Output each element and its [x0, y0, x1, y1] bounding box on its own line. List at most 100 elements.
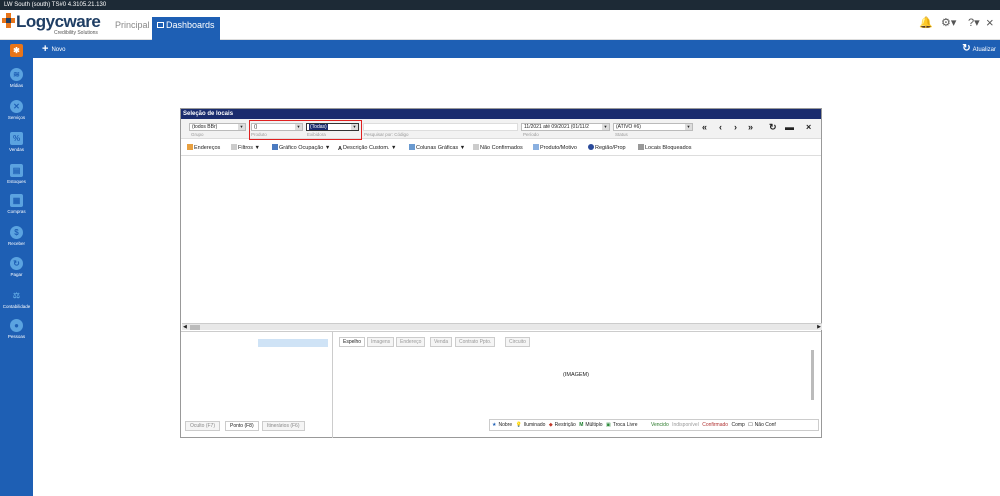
vertical-scrollbar[interactable] — [811, 350, 814, 400]
search-label: Pesquisar por: Código — [364, 132, 409, 137]
chevron-down-icon: ▼ — [685, 124, 692, 130]
product-icon — [533, 144, 539, 150]
regiao-prop-label: Região/Prop — [595, 145, 626, 151]
colunas-graficas-label: Colunas Gráficas — [416, 145, 459, 151]
sidebar-item-servicos[interactable]: ✕ Serviços — [0, 100, 33, 120]
sidebar-item-label: Contabilidade — [2, 304, 31, 309]
scroll-left-icon[interactable]: ◀ — [183, 324, 187, 330]
status-value: (ATIVO #6) — [616, 124, 641, 130]
columns-icon — [409, 144, 415, 150]
selected-field[interactable] — [258, 339, 328, 347]
region-icon — [588, 144, 594, 150]
sidebar-item-estoques[interactable]: ▤ Estoques — [0, 164, 33, 184]
m-icon: M — [579, 422, 584, 428]
last-page-icon[interactable]: » — [748, 122, 753, 133]
status-label: Status — [615, 132, 628, 137]
sidebar-item-label: Compras — [7, 209, 26, 214]
descricao-custom-button[interactable]: ADescrição Custom. ▼ — [338, 144, 396, 152]
sidebar-item-pagar[interactable]: ↻ Pagar — [0, 257, 33, 277]
sidebar-item-contabilidade[interactable]: ⚖ Contabilidade — [0, 289, 33, 309]
highlight-box — [249, 120, 362, 140]
filter-bar: (todos BBr) ▼ Grupo () ▼ Produto (Todas) ▼ … — [181, 119, 821, 140]
detail-panel: Oculto (F7) Ponto (F8) Itinerários (F6) … — [181, 331, 821, 438]
locais-bloqueados-button[interactable]: Locais Bloqueados — [638, 144, 691, 152]
legend-troca-livre: Troca Livre — [612, 422, 638, 428]
bell-icon[interactable]: 🔔 — [919, 16, 933, 30]
produto-motivo-button[interactable]: Produto/Motivo — [533, 144, 577, 152]
tab-circuito[interactable]: Circuito — [505, 337, 530, 347]
new-button[interactable]: + Novo — [42, 43, 65, 56]
sidebar-item-receber[interactable]: $ Receber — [0, 226, 33, 246]
grafico-ocupacao-button[interactable]: Gráfico Ocupação ▼ — [272, 144, 330, 152]
tab-dashboards-label: Dashboards — [166, 20, 215, 30]
horizontal-scrollbar[interactable]: ◀ ▶ — [182, 323, 822, 330]
coin-icon: $ — [10, 226, 23, 239]
sidebar-item-compras[interactable]: ▦ Compras — [0, 194, 33, 214]
bulb-icon: 💡 — [515, 422, 522, 428]
sidebar-item-pessoas[interactable]: ● Pessoas — [0, 319, 33, 339]
sidebar-item-label: Mídias — [9, 83, 24, 88]
help-label: ? — [968, 17, 975, 29]
tab-principal[interactable]: Principal — [110, 18, 155, 40]
checkbox-icon[interactable]: ☐ — [748, 422, 752, 428]
tab-endereco[interactable]: Endereço — [396, 337, 426, 347]
brand-name: Logycware — [16, 12, 101, 31]
top-header: Logycware Credibility Solutions Principa… — [0, 10, 1000, 40]
legend-iluminado: Iluminado — [523, 422, 546, 428]
sidebar-item-label: Vendas — [8, 147, 24, 152]
legend-vencido: Vencido — [650, 422, 669, 428]
percent-icon: % — [10, 132, 23, 145]
enderecos-button[interactable]: Endereços — [187, 144, 220, 152]
filter-icon — [231, 144, 237, 150]
address-icon — [187, 144, 193, 150]
window-title-bar: LW South (south) TS#0 4.3105.21.130 — [0, 0, 1000, 10]
gear-icon[interactable]: ⚙▾ — [941, 16, 956, 30]
scroll-thumb[interactable] — [190, 325, 200, 330]
dialog-close-icon[interactable]: × — [806, 122, 811, 133]
close-icon[interactable]: × — [986, 16, 994, 30]
periodo-select[interactable]: 11/2021 até 09/2021 (01/11/2 ▼ — [521, 123, 610, 131]
refresh-button[interactable]: ↻ Atualizar — [962, 43, 996, 56]
tools-icon: ✕ — [10, 100, 23, 113]
network-icon: ⚖ — [12, 291, 21, 300]
dialog-toolbar: Endereços Filtros ▼ Gráfico Ocupação ▼ A… — [181, 140, 821, 156]
prev-page-icon[interactable]: ‹ — [719, 122, 722, 133]
tab-contrato-ppto[interactable]: Contrato Ppto. — [455, 337, 496, 347]
legend-nobre: Nobre — [498, 422, 513, 428]
status-select[interactable]: (ATIVO #6) ▼ — [613, 123, 693, 131]
colunas-graficas-button[interactable]: Colunas Gráficas ▼ — [409, 144, 465, 152]
regiao-prop-button[interactable]: Região/Prop — [588, 144, 626, 152]
tab-imagens[interactable]: Imagens — [367, 337, 395, 347]
tab-oculto[interactable]: Oculto (F7) — [185, 421, 221, 431]
swap-icon: ▣ — [605, 422, 611, 428]
tab-itinerarios[interactable]: Itinerários (F6) — [262, 421, 305, 431]
tab-ponto[interactable]: Ponto (F8) — [225, 421, 259, 431]
nao-confirmados-button[interactable]: Não Confirmados — [473, 144, 523, 152]
tab-dashboards[interactable]: Dashboards — [152, 17, 220, 40]
tab-venda[interactable]: Venda — [430, 337, 453, 347]
help-icon[interactable]: ?▾ — [968, 16, 980, 30]
tab-principal-label: Principal — [115, 20, 150, 30]
first-page-icon[interactable]: « — [702, 122, 707, 133]
locations-grid[interactable] — [181, 157, 821, 322]
payment-icon: ↻ — [10, 257, 23, 270]
diamond-icon: ◆ — [548, 422, 553, 428]
refresh-icon: ↻ — [962, 43, 971, 54]
scroll-right-icon[interactable]: ▶ — [817, 324, 821, 330]
sidebar: ✱ ≋ Mídias ✕ Serviços % Vendas ▤ Estoques ▦ C… — [0, 40, 33, 496]
tab-espelho[interactable]: Espelho — [339, 337, 366, 347]
search-input[interactable] — [363, 123, 518, 131]
lock-icon — [638, 144, 644, 150]
window-icon[interactable]: ▬ — [785, 122, 794, 133]
sidebar-item-vendas[interactable]: % Vendas — [0, 132, 33, 152]
grafico-ocupacao-label: Gráfico Ocupação — [279, 145, 324, 151]
reload-icon[interactable]: ↻ — [769, 122, 777, 133]
sidebar-logo[interactable]: ✱ — [0, 44, 33, 59]
legend-indisponivel: Indisponível — [672, 422, 699, 428]
sidebar-item-midias[interactable]: ≋ Mídias — [0, 68, 33, 88]
next-page-icon[interactable]: › — [734, 122, 737, 133]
grupo-select[interactable]: (todos BBr) ▼ — [189, 123, 246, 131]
window-title: LW South (south) TS#0 4.3105.21.130 — [4, 2, 107, 8]
filtros-button[interactable]: Filtros ▼ — [231, 144, 260, 152]
periodo-label: Período — [523, 132, 539, 137]
